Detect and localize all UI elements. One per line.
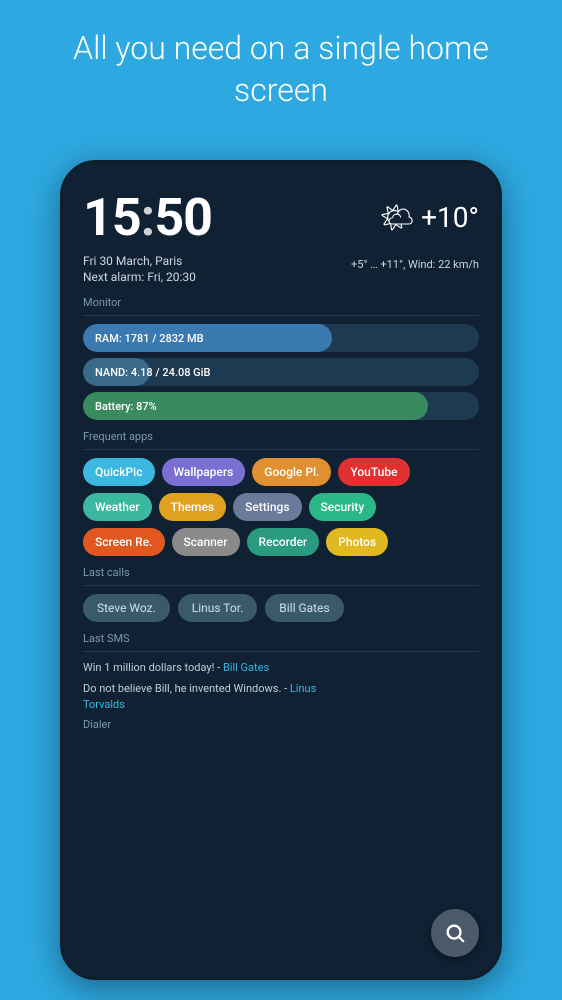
clock-hours: 15 (83, 187, 141, 248)
sms-text-2: Do not believe Bill, he invented Windows… (83, 682, 290, 695)
app-weather[interactable]: Weather (83, 493, 152, 521)
dialer-label: Dialer (83, 718, 479, 731)
app-youtube[interactable]: YouTube (338, 458, 409, 486)
app-settings[interactable]: Settings (233, 493, 301, 521)
monitor-label: Monitor (83, 296, 479, 309)
app-themes[interactable]: Themes (159, 493, 226, 521)
last-sms-label: Last SMS (83, 632, 479, 645)
app-security[interactable]: Security (309, 493, 377, 521)
nand-bar: NAND: 4.18 / 24.08 GiB (83, 358, 479, 386)
contacts-row: Steve Woz. Linus Tor. Bill Gates (83, 594, 479, 622)
apps-row-3: Screen Re. Scanner Recorder Photos (83, 528, 479, 556)
phone-screen: 15:50 🌤 +10° Fri 30 March, Paris Next al… (63, 163, 499, 977)
header-text: All you need on a single home screen (0, 0, 562, 131)
battery-bar: Battery: 87% (83, 392, 479, 420)
app-scanner[interactable]: Scanner (172, 528, 240, 556)
weather-temperature: +10° (421, 201, 479, 234)
ram-bar: RAM: 1781 / 2832 MB (83, 324, 479, 352)
weather-detail: +5° … +11°, Wind: 22 km/h (351, 258, 479, 271)
frequent-apps-label: Frequent apps (83, 430, 479, 443)
search-icon (444, 922, 466, 944)
contact-bill[interactable]: Bill Gates (265, 594, 343, 622)
sms-sender-1[interactable]: Bill Gates (223, 661, 269, 674)
sms-text-1: Win 1 million dollars today! - (83, 661, 223, 674)
alarm-display: Next alarm: Fri, 20:30 (83, 270, 196, 284)
clock-display: 15:50 (83, 187, 212, 248)
app-photos[interactable]: Photos (326, 528, 388, 556)
app-screenre[interactable]: Screen Re. (83, 528, 165, 556)
frequent-apps-section: Frequent apps QuickPic Wallpapers Google… (83, 430, 479, 556)
app-recorder[interactable]: Recorder (247, 528, 320, 556)
ram-text: RAM: 1781 / 2832 MB (95, 332, 204, 345)
apps-row-1: QuickPic Wallpapers Google Pl. YouTube (83, 458, 479, 486)
sms-item-1: Win 1 million dollars today! - Bill Gate… (83, 660, 479, 675)
nand-text: NAND: 4.18 / 24.08 GiB (95, 366, 210, 379)
clock-minutes: 50 (154, 187, 212, 248)
search-fab[interactable] (431, 909, 479, 957)
last-calls-label: Last calls (83, 566, 479, 579)
phone-container: 15:50 🌤 +10° Fri 30 March, Paris Next al… (60, 160, 502, 980)
sms-item-2: Do not believe Bill, he invented Windows… (83, 681, 479, 712)
app-quickpic[interactable]: QuickPic (83, 458, 155, 486)
battery-text: Battery: 87% (95, 400, 157, 413)
weather-icon: 🌤 (380, 201, 416, 234)
date-display: Fri 30 March, Paris (83, 254, 196, 268)
weather-widget: 🌤 +10° (380, 201, 479, 234)
clock-colon: : (141, 187, 155, 248)
apps-row-2: Weather Themes Settings Security (83, 493, 479, 521)
monitor-section: Monitor RAM: 1781 / 2832 MB NAND: 4.18 /… (83, 296, 479, 420)
last-calls-section: Last calls Steve Woz. Linus Tor. Bill Ga… (83, 566, 479, 622)
last-sms-section: Last SMS Win 1 million dollars today! - … (83, 632, 479, 712)
contact-linus[interactable]: Linus Tor. (178, 594, 258, 622)
app-wallpapers[interactable]: Wallpapers (162, 458, 246, 486)
contact-steve[interactable]: Steve Woz. (83, 594, 170, 622)
app-googlepl[interactable]: Google Pl. (252, 458, 331, 486)
